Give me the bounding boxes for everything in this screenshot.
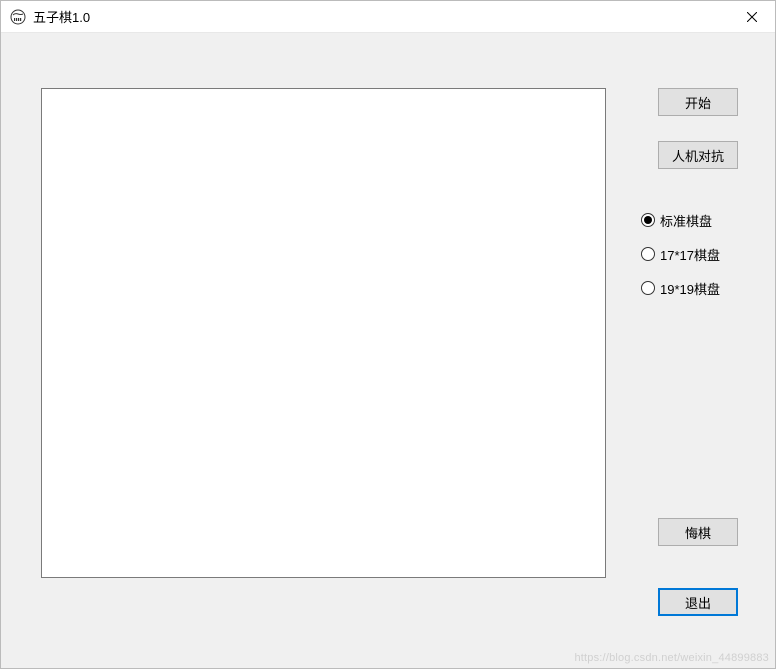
radio-icon xyxy=(641,213,655,227)
titlebar: 五子棋1.0 xyxy=(1,1,775,33)
radio-label: 19*19棋盘 xyxy=(660,279,720,298)
undo-button[interactable]: 悔棋 xyxy=(658,518,738,546)
radio-standard-board[interactable]: 标准棋盘 xyxy=(641,210,720,230)
start-button[interactable]: 开始 xyxy=(658,88,738,116)
app-window: 五子棋1.0 开始 人机对抗 标准棋盘 17*17棋盘 19*19棋盘 xyxy=(0,0,776,669)
window-title: 五子棋1.0 xyxy=(33,7,90,26)
radio-icon xyxy=(641,247,655,261)
game-board[interactable] xyxy=(41,88,606,578)
radio-label: 17*17棋盘 xyxy=(660,245,720,264)
radio-icon xyxy=(641,281,655,295)
app-icon xyxy=(9,8,27,26)
close-icon xyxy=(747,12,757,22)
board-size-radio-group: 标准棋盘 17*17棋盘 19*19棋盘 xyxy=(641,210,720,312)
radio-17x17-board[interactable]: 17*17棋盘 xyxy=(641,244,720,264)
exit-button[interactable]: 退出 xyxy=(658,588,738,616)
watermark-text: https://blog.csdn.net/weixin_44899883 xyxy=(574,652,769,664)
close-button[interactable] xyxy=(729,1,775,33)
client-area: 开始 人机对抗 标准棋盘 17*17棋盘 19*19棋盘 悔棋 退出 https… xyxy=(1,33,775,668)
radio-19x19-board[interactable]: 19*19棋盘 xyxy=(641,278,720,298)
ai-mode-button[interactable]: 人机对抗 xyxy=(658,141,738,169)
radio-label: 标准棋盘 xyxy=(660,211,712,230)
